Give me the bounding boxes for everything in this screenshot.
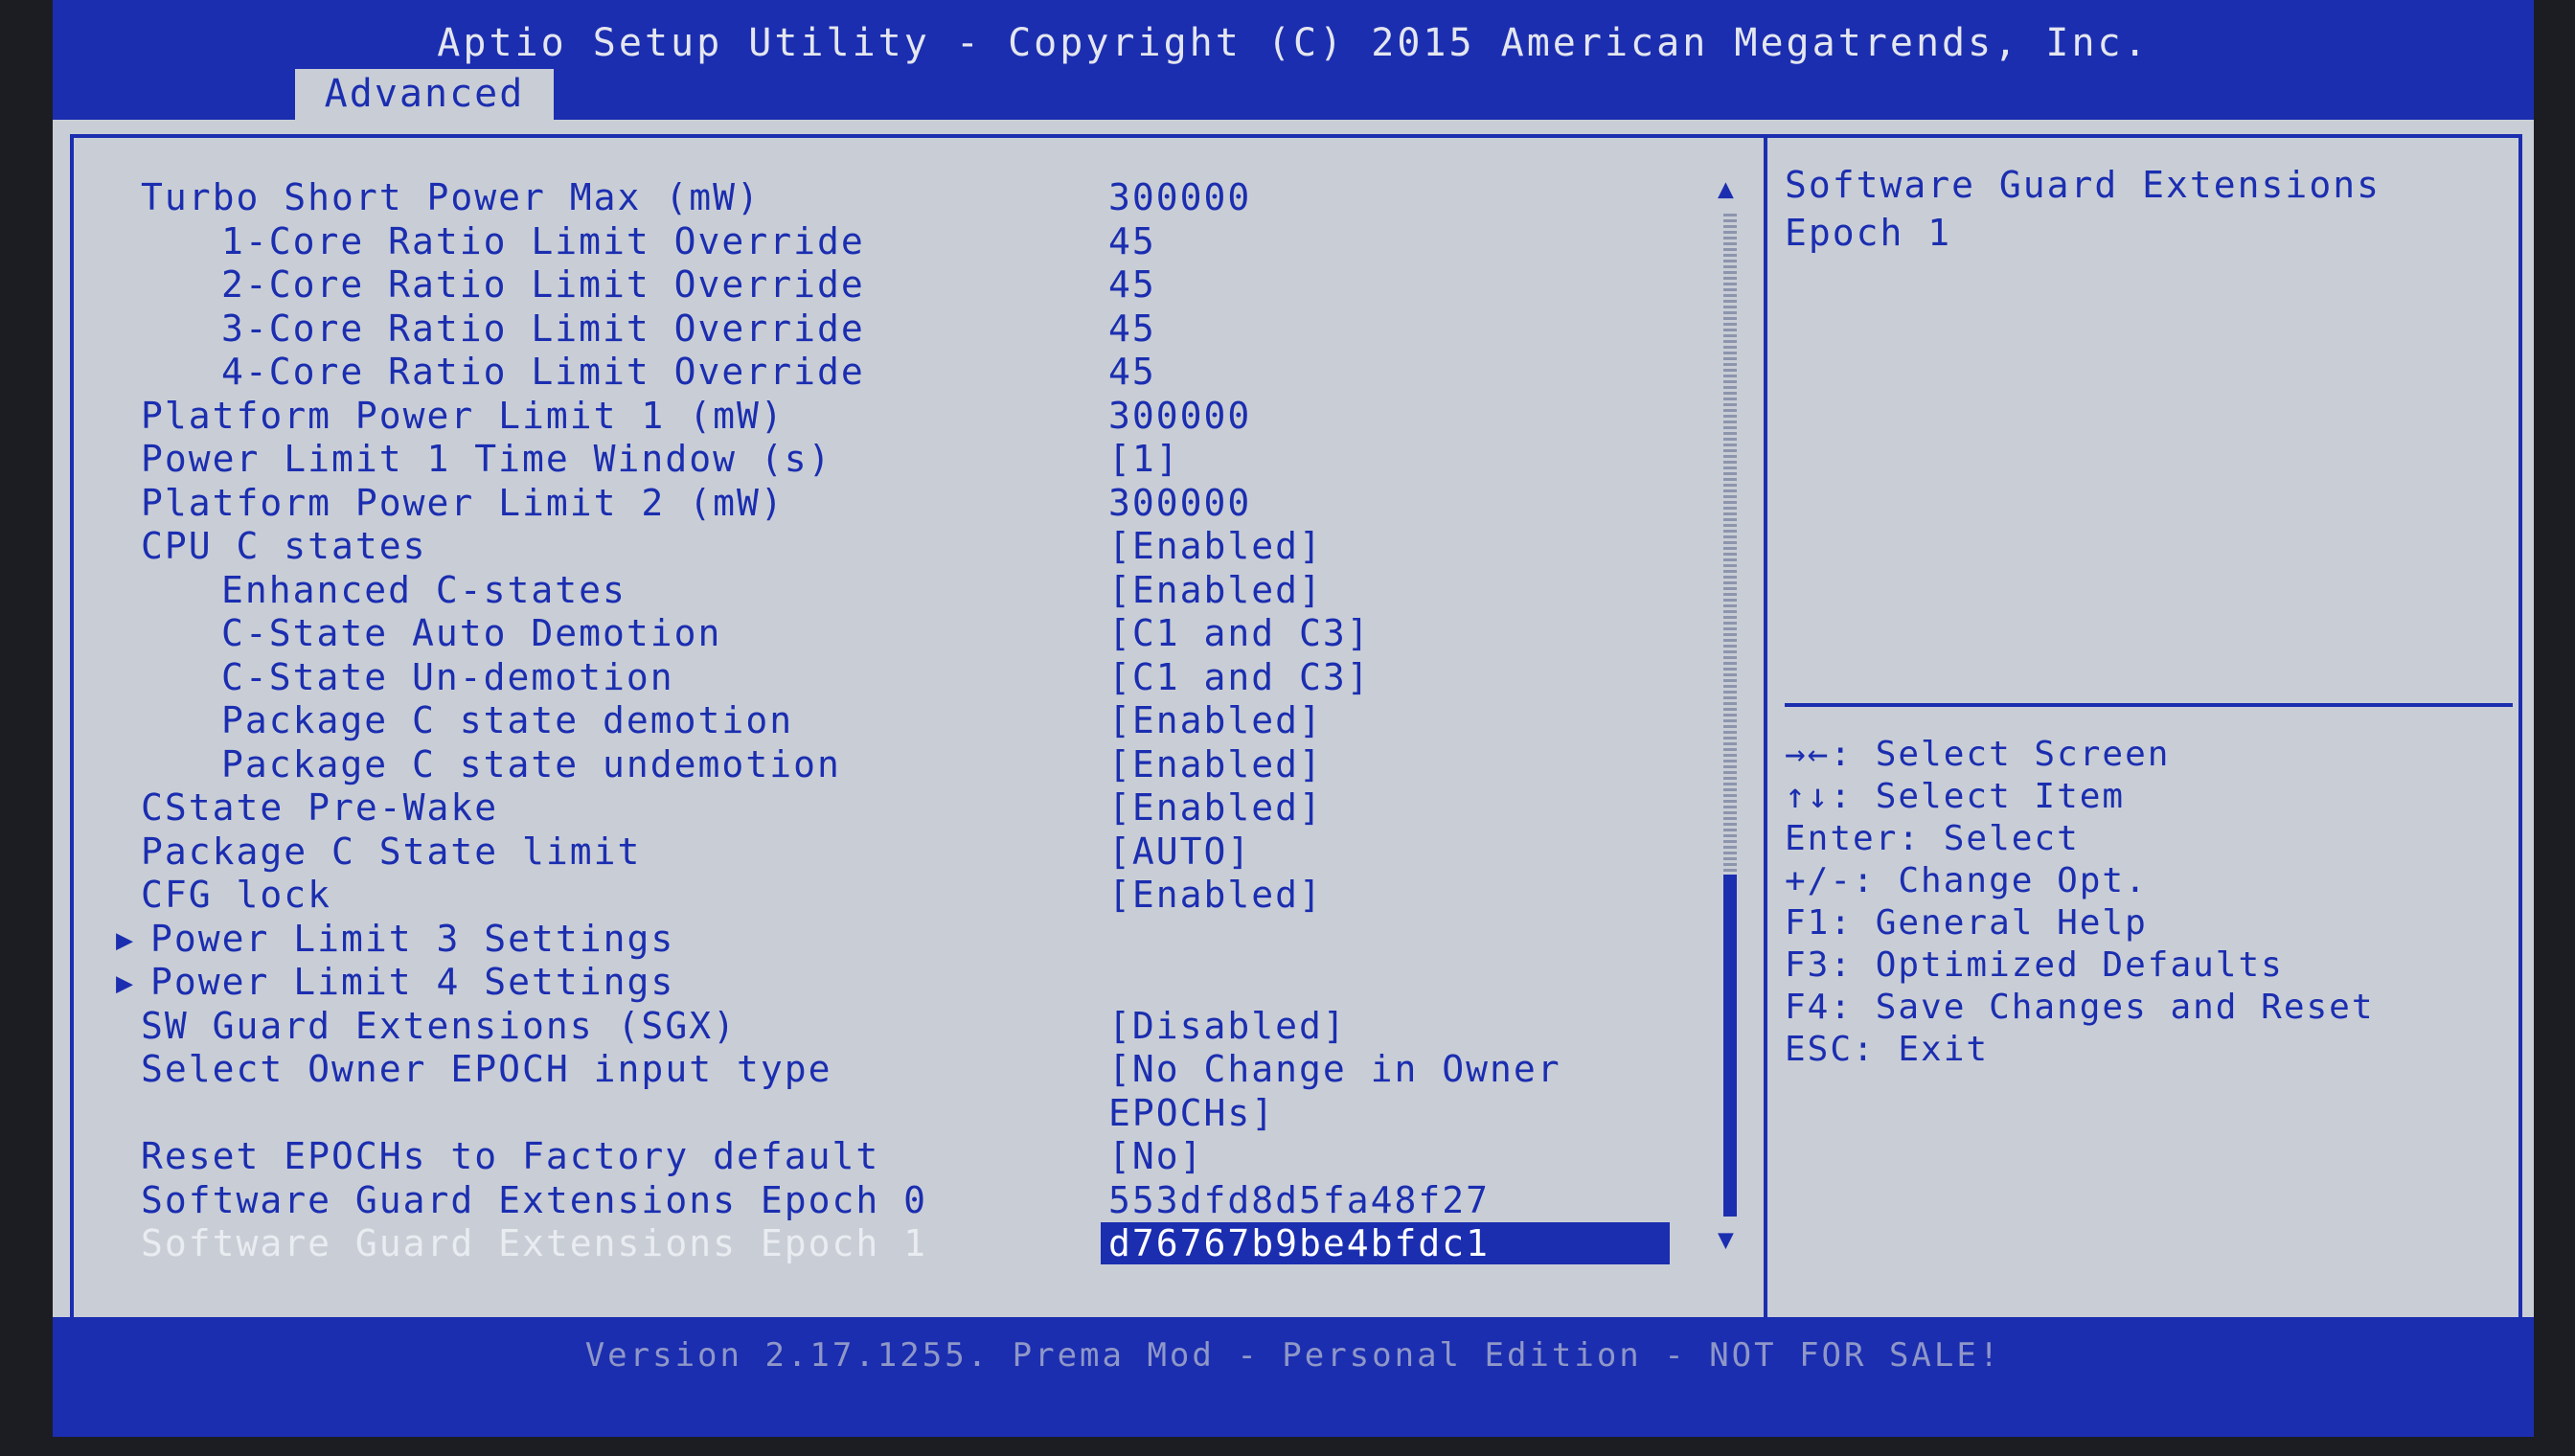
setting-value[interactable]: 300000	[1108, 176, 1251, 218]
app-title: Aptio Setup Utility - Copyright (C) 2015…	[437, 21, 2150, 65]
help-divider	[1785, 703, 2513, 707]
help-description: Software Guard Extensions Epoch 1	[1785, 164, 2381, 254]
help-pane: Software Guard Extensions Epoch 1 →←: Se…	[1771, 138, 2518, 1342]
selected-setting-value[interactable]: d76767b9be4bfdc1	[1101, 1222, 1670, 1264]
setting-value[interactable]: [Enabled]	[1108, 874, 1323, 916]
setting-label: 1-Core Ratio Limit Override	[221, 219, 865, 262]
setting-value[interactable]: [C1 and C3]	[1108, 656, 1371, 698]
key-legend: →←: Select Screen ↑↓: Select Item Enter:…	[1785, 734, 2375, 1071]
setting-row[interactable]: CPU C states [Enabled]	[74, 525, 1702, 569]
setting-value[interactable]: 300000	[1108, 482, 1251, 524]
setting-label: Platform Power Limit 1 (mW)	[141, 394, 785, 437]
title-bar: Aptio Setup Utility - Copyright (C) 2015…	[53, 0, 2534, 120]
setting-label: 4-Core Ratio Limit Override	[221, 351, 865, 393]
setting-row[interactable]: Reset EPOCHs to Factory default [No]	[74, 1135, 1702, 1179]
setting-value[interactable]: 45	[1108, 220, 1156, 262]
setting-row[interactable]: Software Guard Extensions Epoch 1 d76767b…	[74, 1222, 1702, 1266]
scroll-thumb[interactable]	[1723, 875, 1737, 1217]
key-exit: ESC: Exit	[1785, 1030, 1990, 1069]
main-frame: Turbo Short Power Max (mW) 300000 1-Core R…	[70, 134, 2522, 1346]
setting-label: Package C state undemotion	[221, 742, 841, 785]
setting-label: CState Pre-Wake	[141, 786, 499, 829]
setting-value[interactable]: EPOCHs]	[1108, 1092, 1275, 1134]
setting-label: Turbo Short Power Max (mW)	[141, 176, 761, 218]
setting-value[interactable]: [Disabled]	[1108, 1005, 1347, 1047]
setting-label: Select Owner EPOCH input type	[141, 1048, 832, 1090]
setting-row[interactable]: Turbo Short Power Max (mW) 300000	[74, 176, 1702, 220]
setting-label: Platform Power Limit 2 (mW)	[141, 481, 785, 524]
setting-label: Power Limit 3 Settings	[150, 917, 675, 960]
setting-row[interactable]: Enhanced C-states [Enabled]	[74, 569, 1702, 613]
setting-label: Package C state demotion	[221, 699, 794, 741]
setting-row[interactable]: C-State Un-demotion [C1 and C3]	[74, 656, 1702, 700]
key-change-opt: +/-: Change Opt.	[1785, 861, 2148, 900]
key-enter-select: Enter: Select	[1785, 819, 2080, 858]
setting-row[interactable]: Software Guard Extensions Epoch 0 553dfd8…	[74, 1179, 1702, 1223]
setting-value[interactable]: [Enabled]	[1108, 699, 1323, 741]
setting-value[interactable]: [Enabled]	[1108, 743, 1323, 785]
setting-row[interactable]: C-State Auto Demotion [C1 and C3]	[74, 612, 1702, 656]
setting-row[interactable]: Package C State limit [AUTO]	[74, 830, 1702, 875]
setting-label: Package C State limit	[141, 830, 642, 873]
submenu-triangle-icon: ▶	[116, 922, 134, 957]
setting-row[interactable]: SW Guard Extensions (SGX) [Disabled]	[74, 1005, 1702, 1049]
key-general-help: F1: General Help	[1785, 903, 2148, 943]
scrollbar[interactable]: ▲ ▼	[1718, 172, 1743, 1255]
key-select-item: ↑↓: Select Item	[1785, 777, 2126, 816]
setting-row[interactable]: Package C state demotion [Enabled]	[74, 699, 1702, 743]
setting-value[interactable]: 45	[1108, 263, 1156, 306]
scroll-down-arrow-icon[interactable]: ▼	[1718, 1223, 1734, 1255]
footer-bar: Version 2.17.1255. Prema Mod - Personal …	[53, 1317, 2534, 1437]
setting-label: Software Guard Extensions Epoch 1	[141, 1222, 927, 1264]
scroll-track[interactable]	[1723, 211, 1737, 1217]
setting-value[interactable]: [Enabled]	[1108, 525, 1323, 567]
settings-list: Turbo Short Power Max (mW) 300000 1-Core R…	[74, 138, 1767, 1342]
setting-label: C-State Auto Demotion	[221, 612, 722, 654]
setting-value[interactable]: [C1 and C3]	[1108, 612, 1371, 654]
setting-row: EPOCHs]	[74, 1092, 1702, 1136]
setting-value[interactable]: 553dfd8d5fa48f27	[1108, 1179, 1490, 1221]
setting-row[interactable]: CState Pre-Wake [Enabled]	[74, 786, 1702, 830]
key-save-reset: F4: Save Changes and Reset	[1785, 988, 2375, 1027]
setting-value[interactable]: [Enabled]	[1108, 569, 1323, 611]
setting-value[interactable]: [No]	[1108, 1135, 1204, 1177]
setting-label: 3-Core Ratio Limit Override	[221, 307, 865, 350]
setting-row[interactable]: 4-Core Ratio Limit Override 45	[74, 351, 1702, 395]
setting-label: CPU C states	[141, 525, 427, 567]
setting-value[interactable]: 45	[1108, 351, 1156, 393]
setting-row[interactable]: CFG lock [Enabled]	[74, 874, 1702, 918]
setting-label: Power Limit 1 Time Window (s)	[141, 438, 832, 480]
tab-advanced[interactable]: Advanced	[295, 69, 554, 120]
setting-label: SW Guard Extensions (SGX)	[141, 1004, 737, 1047]
setting-row[interactable]: ▶ Power Limit 3 Settings	[74, 918, 1702, 962]
setting-row[interactable]: 3-Core Ratio Limit Override 45	[74, 307, 1702, 352]
version-footer: Version 2.17.1255. Prema Mod - Personal …	[584, 1336, 2002, 1375]
setting-label: C-State Un-demotion	[221, 655, 674, 698]
scroll-up-arrow-icon[interactable]: ▲	[1718, 172, 1734, 204]
setting-value[interactable]: 300000	[1108, 395, 1251, 437]
setting-value[interactable]: 45	[1108, 307, 1156, 350]
setting-value[interactable]: [Enabled]	[1108, 786, 1323, 829]
setting-row[interactable]: Package C state undemotion [Enabled]	[74, 743, 1702, 787]
setting-label: Reset EPOCHs to Factory default	[141, 1135, 880, 1177]
setting-value[interactable]: [No Change in Owner	[1108, 1048, 1561, 1090]
setting-row[interactable]: Platform Power Limit 2 (mW) 300000	[74, 482, 1702, 526]
setting-value[interactable]: [1]	[1108, 438, 1180, 480]
submenu-triangle-icon: ▶	[116, 967, 134, 1000]
setting-row[interactable]: Power Limit 1 Time Window (s) [1]	[74, 438, 1702, 482]
setting-label: Enhanced C-states	[221, 568, 627, 611]
setting-row[interactable]: 2-Core Ratio Limit Override 45	[74, 263, 1702, 307]
setting-label: 2-Core Ratio Limit Override	[221, 263, 865, 306]
key-select-screen: →←: Select Screen	[1785, 735, 2171, 774]
setting-row[interactable]: Select Owner EPOCH input type [No Change …	[74, 1048, 1702, 1092]
setting-label: Software Guard Extensions Epoch 0	[141, 1178, 927, 1221]
setting-value[interactable]: [AUTO]	[1108, 830, 1251, 873]
key-optimized-defaults: F3: Optimized Defaults	[1785, 945, 2284, 985]
setting-row[interactable]: ▶ Power Limit 4 Settings	[74, 961, 1702, 1005]
setting-label: Power Limit 4 Settings	[150, 961, 675, 1003]
setting-label: CFG lock	[141, 874, 332, 916]
bios-screen: Aptio Setup Utility - Copyright (C) 2015…	[53, 0, 2534, 1437]
setting-row[interactable]: 1-Core Ratio Limit Override 45	[74, 220, 1702, 264]
setting-row[interactable]: Platform Power Limit 1 (mW) 300000	[74, 395, 1702, 439]
